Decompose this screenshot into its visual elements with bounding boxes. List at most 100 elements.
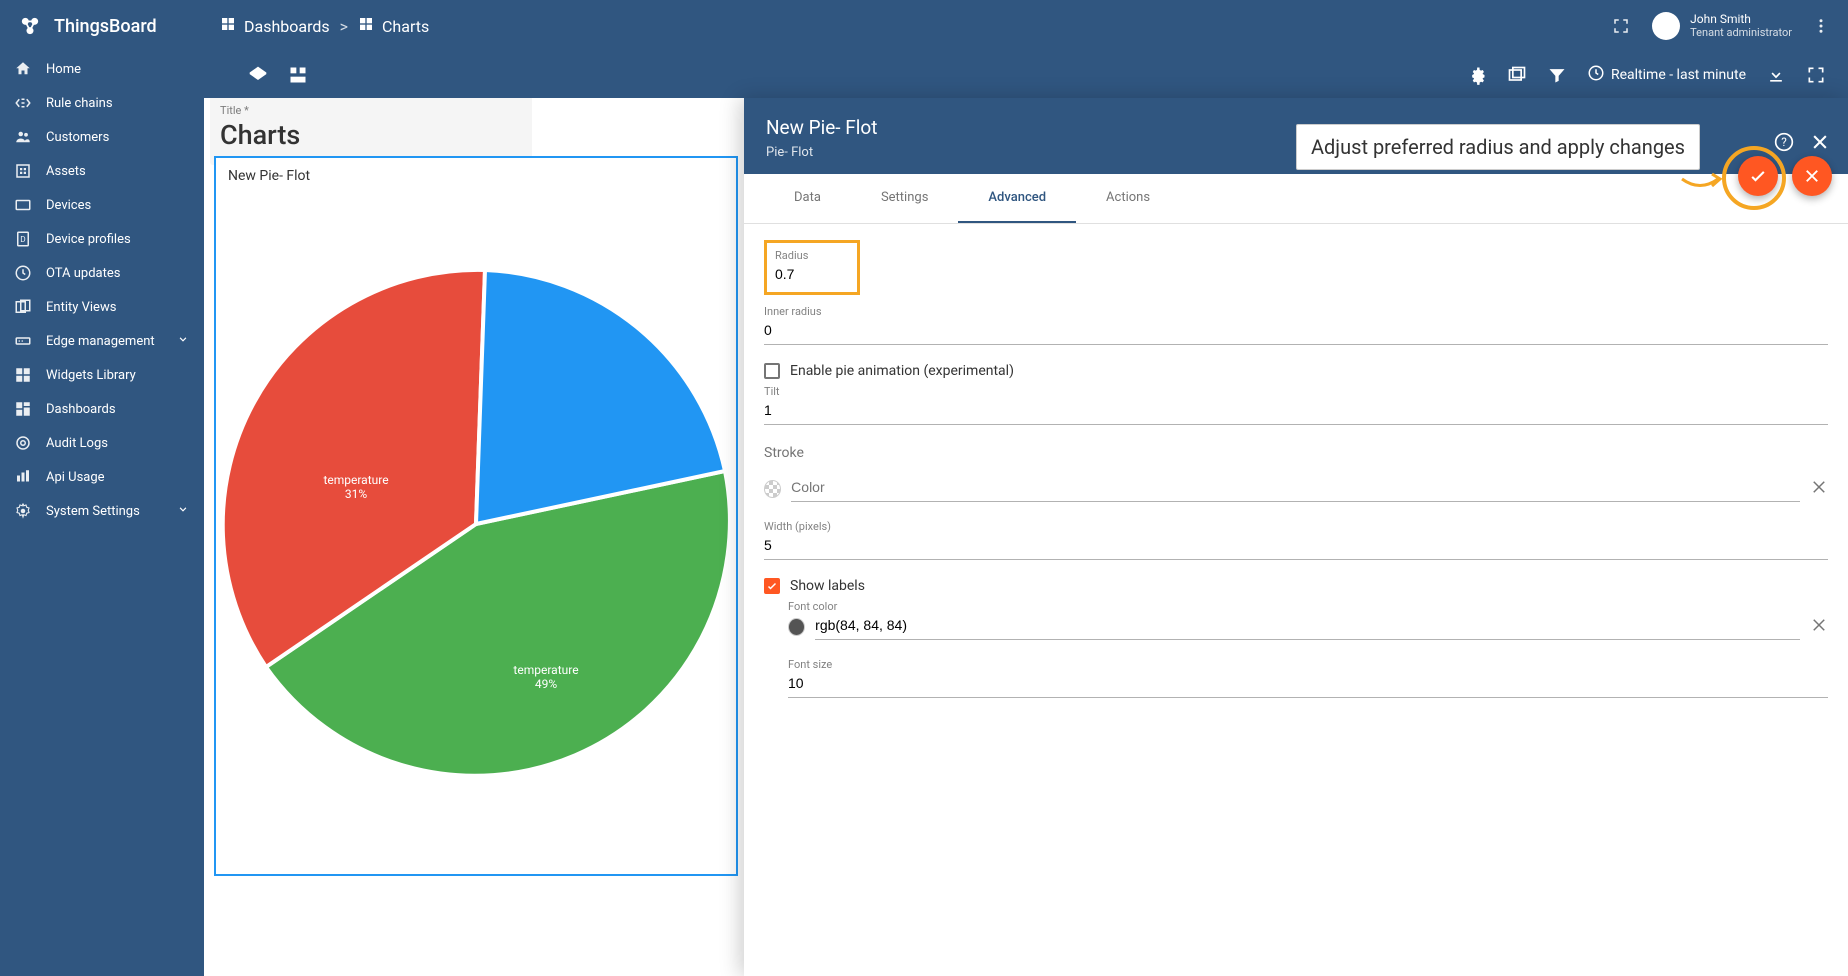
- svg-text:49%: 49%: [535, 677, 557, 691]
- tab-advanced[interactable]: Advanced: [958, 174, 1076, 223]
- user-menu[interactable]: John Smith Tenant administrator: [1652, 12, 1792, 40]
- radius-field-highlight: Radius: [764, 240, 860, 295]
- sidebar-item-assets[interactable]: Assets: [0, 154, 204, 188]
- show-labels-checkbox[interactable]: [764, 578, 780, 594]
- sidebar-item-label: Assets: [46, 164, 86, 179]
- sidebar-item-system-settings[interactable]: System Settings: [0, 494, 204, 528]
- sidebar-item-label: Widgets Library: [46, 368, 136, 383]
- sidebar-item-entity-views[interactable]: Entity Views: [0, 290, 204, 324]
- breadcrumb-charts[interactable]: Charts: [358, 16, 429, 36]
- widget-preview[interactable]: New Pie- Flot temperature 31% temperatur…: [214, 156, 738, 876]
- font-color-swatch[interactable]: [788, 618, 805, 636]
- clear-color-icon[interactable]: [1810, 478, 1828, 500]
- sidebar-item-label: Audit Logs: [46, 436, 108, 451]
- user-name: John Smith: [1690, 13, 1792, 26]
- audit-icon: [14, 434, 32, 452]
- chevron-down-icon: [176, 332, 190, 350]
- font-color-label: Font color: [788, 600, 1828, 613]
- entity-alias-icon[interactable]: [1507, 65, 1527, 85]
- tab-data[interactable]: Data: [764, 174, 851, 223]
- cancel-button[interactable]: [1792, 156, 1832, 196]
- sidebar-item-widgets-library[interactable]: Widgets Library: [0, 358, 204, 392]
- close-icon[interactable]: [1810, 132, 1830, 152]
- breadcrumb-dashboards[interactable]: Dashboards: [220, 16, 330, 36]
- stroke-color-swatch[interactable]: [764, 480, 781, 498]
- dashboard-icon: [358, 16, 374, 36]
- sidebar-item-audit-logs[interactable]: Audit Logs: [0, 426, 204, 460]
- sidebar-item-device-profiles[interactable]: D Device profiles: [0, 222, 204, 256]
- tilt-label: Tilt: [764, 385, 1828, 398]
- dashboard-icon: [220, 16, 236, 36]
- timewindow-button[interactable]: Realtime - last minute: [1587, 64, 1746, 86]
- avatar-icon: [1652, 12, 1680, 40]
- tilt-input[interactable]: [764, 398, 1828, 425]
- sidebar-item-customers[interactable]: Customers: [0, 120, 204, 154]
- chevron-down-icon: [176, 502, 190, 520]
- apply-highlight: [1722, 146, 1786, 210]
- tab-settings[interactable]: Settings: [851, 174, 958, 223]
- logo-icon: [16, 12, 44, 40]
- help-icon[interactable]: ?: [1774, 132, 1794, 152]
- svg-text:31%: 31%: [345, 487, 367, 501]
- rule-icon: [14, 94, 32, 112]
- kebab-icon[interactable]: [1810, 15, 1832, 37]
- sidebar-item-label: Customers: [46, 130, 109, 145]
- brand-name: ThingsBoard: [54, 16, 157, 37]
- profiles-icon: D: [14, 230, 32, 248]
- inner-radius-input[interactable]: [764, 318, 1828, 345]
- clear-fontcolor-icon[interactable]: [1810, 616, 1828, 638]
- animation-checkbox[interactable]: [764, 363, 780, 379]
- svg-text:temperature: temperature: [323, 473, 388, 487]
- gear-icon[interactable]: [1467, 65, 1487, 85]
- sidebar-item-rule-chains[interactable]: Rule chains: [0, 86, 204, 120]
- user-role: Tenant administrator: [1690, 27, 1792, 39]
- widget-config-panel: New Pie- Flot Pie- Flot ? Adjust preferr…: [744, 98, 1848, 976]
- font-color-input[interactable]: [815, 613, 1800, 640]
- grid-icon[interactable]: [288, 65, 308, 85]
- instruction-callout: Adjust preferred radius and apply change…: [1296, 124, 1700, 170]
- svg-text:?: ?: [1781, 135, 1787, 149]
- sidebar-item-label: System Settings: [46, 504, 140, 519]
- stroke-color-input[interactable]: [791, 475, 1800, 502]
- sidebar-item-home[interactable]: Home: [0, 52, 204, 86]
- clock-icon: [1587, 64, 1605, 86]
- sidebar-item-devices[interactable]: Devices: [0, 188, 204, 222]
- svg-text:D: D: [20, 235, 25, 245]
- breadcrumb: Dashboards > Charts: [220, 16, 429, 36]
- fullscreen2-icon[interactable]: [1806, 65, 1826, 85]
- dashboards-icon: [14, 400, 32, 418]
- stroke-width-label: Width (pixels): [764, 520, 1828, 533]
- settings-icon: [14, 502, 32, 520]
- breadcrumb-separator: >: [340, 17, 348, 36]
- svg-text:temperature: temperature: [513, 663, 578, 677]
- sidebar-item-label: Dashboards: [46, 402, 116, 417]
- entity-icon: [14, 298, 32, 316]
- sidebar-item-ota-updates[interactable]: OTA updates: [0, 256, 204, 290]
- api-icon: [14, 468, 32, 486]
- show-labels-label: Show labels: [790, 578, 865, 594]
- widgets-icon: [14, 366, 32, 384]
- sidebar-item-label: Entity Views: [46, 300, 116, 315]
- sidebar-item-edge-management[interactable]: Edge management: [0, 324, 204, 358]
- title-field-value[interactable]: Charts: [220, 119, 522, 151]
- title-field-label: Title *: [220, 104, 522, 117]
- sidebar-item-dashboards[interactable]: Dashboards: [0, 392, 204, 426]
- inner-radius-label: Inner radius: [764, 305, 1828, 318]
- fullscreen-icon[interactable]: [1610, 15, 1632, 37]
- devices-icon: [14, 196, 32, 214]
- sidebar-item-label: Home: [46, 62, 81, 77]
- stroke-width-input[interactable]: [764, 533, 1828, 560]
- sidebar-item-api-usage[interactable]: Api Usage: [0, 460, 204, 494]
- font-size-input[interactable]: [788, 671, 1828, 698]
- font-size-label: Font size: [788, 658, 1828, 671]
- widget-title: New Pie- Flot: [216, 158, 736, 194]
- filter-icon[interactable]: [1547, 65, 1567, 85]
- layers-icon[interactable]: [248, 65, 268, 85]
- radius-input[interactable]: [775, 262, 849, 288]
- brand-logo[interactable]: ThingsBoard: [0, 0, 204, 52]
- title-panel: Title * Charts: [210, 98, 532, 165]
- sidebar-item-label: Device profiles: [46, 232, 131, 247]
- download-icon[interactable]: [1766, 65, 1786, 85]
- tab-actions[interactable]: Actions: [1076, 174, 1180, 223]
- sidebar-item-label: OTA updates: [46, 266, 120, 281]
